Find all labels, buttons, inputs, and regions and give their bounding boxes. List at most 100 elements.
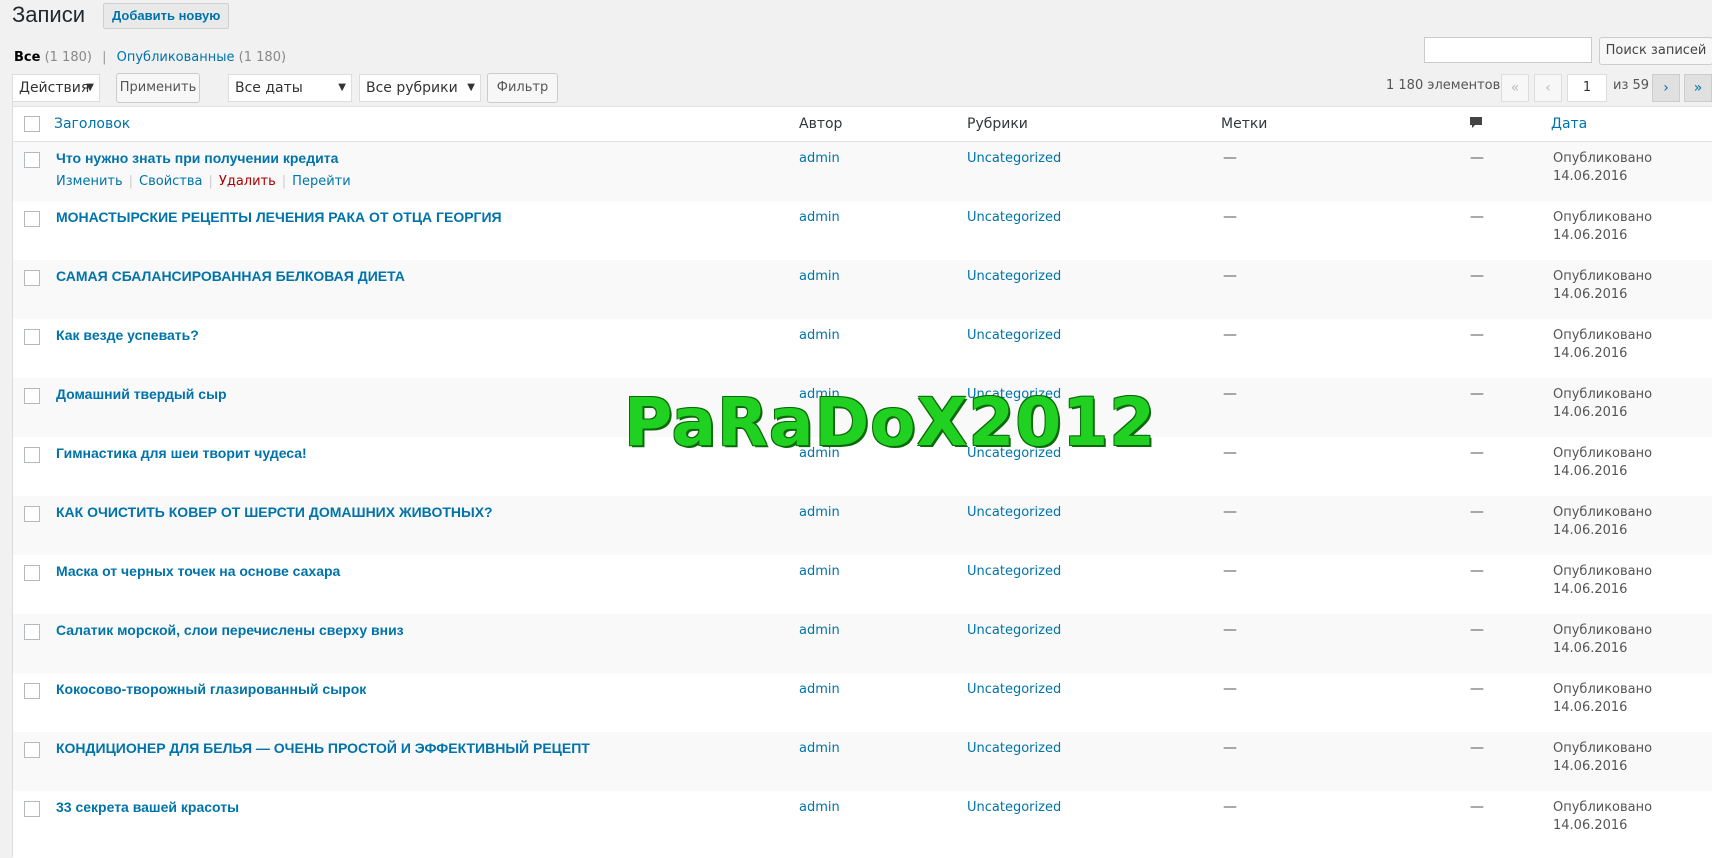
- categories-filter-select[interactable]: Все рубрики ▼: [359, 74, 481, 102]
- post-category-link[interactable]: Uncategorized: [967, 328, 1061, 343]
- post-title-link[interactable]: МОНАСТЫРСКИЕ РЕЦЕПТЫ ЛЕЧЕНИЯ РАКА ОТ ОТЦ…: [56, 209, 502, 225]
- post-tags-value: —: [1223, 563, 1237, 579]
- post-category-link[interactable]: Uncategorized: [967, 682, 1061, 697]
- current-page-input[interactable]: 1: [1567, 74, 1607, 102]
- post-author-link[interactable]: admin: [799, 505, 840, 520]
- row-checkbox[interactable]: [24, 801, 40, 817]
- post-author-link[interactable]: admin: [799, 682, 840, 697]
- row-checkbox[interactable]: [24, 152, 40, 168]
- apply-button[interactable]: Применить: [116, 73, 200, 103]
- posts-table: Заголовок Автор Рубрики Метки Дата Что н…: [13, 106, 1712, 858]
- post-comments-value: —: [1470, 327, 1484, 343]
- view-published-link[interactable]: Опубликованные: [117, 50, 235, 65]
- post-comments-value: —: [1470, 622, 1484, 638]
- post-status: Опубликовано: [1553, 269, 1653, 284]
- categories-filter-value: Все рубрики: [366, 80, 458, 96]
- search-posts-input[interactable]: [1424, 37, 1592, 63]
- filter-button[interactable]: Фильтр: [487, 73, 558, 103]
- post-tags-value: —: [1223, 150, 1237, 166]
- post-comments-value: —: [1470, 563, 1484, 579]
- post-category-link[interactable]: Uncategorized: [967, 151, 1061, 166]
- post-author-link[interactable]: admin: [799, 269, 840, 284]
- row-action-edit[interactable]: Изменить: [56, 174, 123, 189]
- table-row: Салатик морской, слои перечислены сверху…: [13, 614, 1712, 673]
- row-checkbox[interactable]: [24, 388, 40, 404]
- post-title-link[interactable]: Маска от черных точек на основе сахара: [56, 563, 340, 579]
- post-tags-value: —: [1223, 799, 1237, 815]
- column-title-header[interactable]: Заголовок: [54, 116, 130, 132]
- prev-page-button[interactable]: ‹: [1534, 74, 1562, 102]
- table-row: Что нужно знать при получении кредита Изм…: [13, 142, 1712, 201]
- column-tags-header: Метки: [1221, 116, 1268, 132]
- post-tags-value: —: [1223, 268, 1237, 284]
- post-author-link[interactable]: admin: [799, 800, 840, 815]
- row-checkbox[interactable]: [24, 506, 40, 522]
- post-author-link[interactable]: admin: [799, 564, 840, 579]
- row-checkbox[interactable]: [24, 447, 40, 463]
- bulk-actions-select[interactable]: Действия ▼: [12, 74, 100, 102]
- view-published-count: (1 180): [238, 50, 287, 65]
- row-action-view[interactable]: Перейти: [292, 174, 351, 189]
- post-status: Опубликовано: [1553, 741, 1653, 756]
- post-date: 14.06.2016: [1553, 759, 1628, 774]
- post-author-link[interactable]: admin: [799, 328, 840, 343]
- post-author-link[interactable]: admin: [799, 623, 840, 638]
- row-checkbox[interactable]: [24, 624, 40, 640]
- search-posts-button[interactable]: Поиск записей: [1599, 37, 1712, 65]
- post-tags-value: —: [1223, 386, 1237, 402]
- post-title-link[interactable]: Что нужно знать при получении кредита: [56, 150, 338, 166]
- post-tags-value: —: [1223, 209, 1237, 225]
- post-date: 14.06.2016: [1553, 464, 1628, 479]
- post-title-link[interactable]: САМАЯ СБАЛАНСИРОВАННАЯ БЕЛКОВАЯ ДИЕТА: [56, 268, 405, 284]
- post-category-link[interactable]: Uncategorized: [967, 800, 1061, 815]
- select-all-checkbox[interactable]: [24, 116, 40, 132]
- post-tags-value: —: [1223, 681, 1237, 697]
- row-action-delete[interactable]: Удалить: [219, 174, 276, 189]
- row-checkbox[interactable]: [24, 742, 40, 758]
- last-page-button[interactable]: »: [1684, 74, 1712, 102]
- post-category-link[interactable]: Uncategorized: [967, 623, 1061, 638]
- row-actions-separator: |: [128, 174, 134, 189]
- items-count: 1 180 элементов: [1386, 78, 1501, 93]
- post-title-link[interactable]: КОНДИЦИОНЕР ДЛЯ БЕЛЬЯ — ОЧЕНЬ ПРОСТОЙ И …: [56, 740, 590, 756]
- dates-filter-select[interactable]: Все даты ▼: [228, 74, 352, 102]
- table-row: Кокосово-творожный глазированный сырок ad…: [13, 673, 1712, 732]
- post-title-link[interactable]: 33 секрета вашей красоты: [56, 799, 239, 815]
- post-title-link[interactable]: Домашний твердый сыр: [56, 386, 227, 402]
- post-author-link[interactable]: admin: [799, 741, 840, 756]
- post-author-link[interactable]: admin: [799, 210, 840, 225]
- post-author-link[interactable]: admin: [799, 151, 840, 166]
- add-new-button[interactable]: Добавить новую: [103, 3, 230, 29]
- post-title-link[interactable]: КАК ОЧИСТИТЬ КОВЕР ОТ ШЕРСТИ ДОМАШНИХ ЖИ…: [56, 504, 493, 520]
- post-title-link[interactable]: Гимнастика для шеи творит чудеса!: [56, 445, 307, 461]
- post-category-link[interactable]: Uncategorized: [967, 505, 1061, 520]
- post-status: Опубликовано: [1553, 505, 1653, 520]
- view-all-link[interactable]: Все: [14, 50, 40, 65]
- post-title-link[interactable]: Кокосово-творожный глазированный сырок: [56, 681, 366, 697]
- view-all-count: (1 180): [44, 50, 92, 65]
- row-checkbox[interactable]: [24, 565, 40, 581]
- post-status: Опубликовано: [1553, 151, 1653, 166]
- post-date: 14.06.2016: [1553, 287, 1628, 302]
- post-date: 14.06.2016: [1553, 405, 1628, 420]
- post-comments-value: —: [1470, 740, 1484, 756]
- post-status: Опубликовано: [1553, 446, 1653, 461]
- post-category-link[interactable]: Uncategorized: [967, 210, 1061, 225]
- row-checkbox[interactable]: [24, 329, 40, 345]
- column-author-header: Автор: [799, 116, 843, 132]
- column-categories-header: Рубрики: [967, 116, 1028, 132]
- next-page-button[interactable]: ›: [1652, 74, 1680, 102]
- post-category-link[interactable]: Uncategorized: [967, 269, 1061, 284]
- row-checkbox[interactable]: [24, 270, 40, 286]
- post-comments-value: —: [1470, 799, 1484, 815]
- post-title-link[interactable]: Как везде успевать?: [56, 327, 199, 343]
- post-category-link[interactable]: Uncategorized: [967, 741, 1061, 756]
- post-category-link[interactable]: Uncategorized: [967, 564, 1061, 579]
- first-page-button[interactable]: «: [1501, 74, 1529, 102]
- post-title-link[interactable]: Салатик морской, слои перечислены сверху…: [56, 622, 404, 638]
- row-action-properties[interactable]: Свойства: [139, 174, 203, 189]
- column-date-header[interactable]: Дата: [1551, 116, 1587, 132]
- row-checkbox[interactable]: [24, 683, 40, 699]
- comment-bubble-icon[interactable]: [1469, 116, 1483, 130]
- row-checkbox[interactable]: [24, 211, 40, 227]
